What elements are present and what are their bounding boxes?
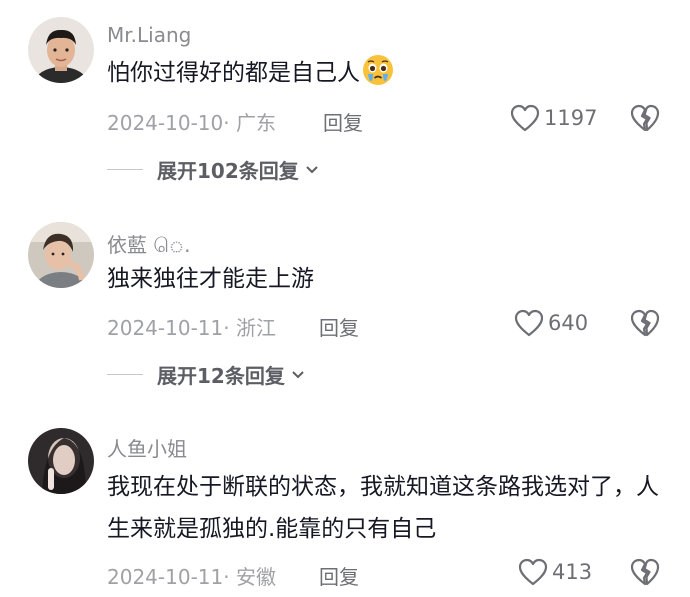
comment-text: 我现在处于断联的状态，我就知道这条路我选对了，人生来就是孤独的.能靠的只有自己: [107, 474, 659, 542]
heart-outline-icon: [518, 558, 548, 586]
like-button[interactable]: 640: [514, 309, 588, 337]
reply-button[interactable]: 回复: [319, 561, 359, 590]
chevron-down-icon: [306, 165, 318, 173]
expand-replies[interactable]: 展开12条回复: [107, 360, 306, 389]
avatar[interactable]: [28, 428, 94, 494]
comment-location: · 广东: [223, 111, 276, 135]
comment-text: 独来独往才能走上游: [107, 266, 314, 292]
comment-meta: 2024-10-11· 安徽: [107, 561, 276, 590]
comment-meta: 2024-10-10· 广东: [107, 107, 276, 136]
like-count: 640: [548, 311, 589, 335]
like-count: 1197: [544, 106, 598, 130]
reply-button[interactable]: 回复: [323, 107, 363, 136]
broken-heart-icon: [630, 558, 660, 586]
expand-replies-label: 展开102条回复: [157, 159, 299, 183]
comment-location: · 安徽: [223, 565, 276, 589]
like-button[interactable]: 1197: [510, 104, 597, 132]
divider: [107, 169, 143, 170]
reply-button[interactable]: 回复: [319, 312, 359, 341]
chevron-down-icon: [292, 370, 304, 378]
dislike-button[interactable]: [630, 309, 660, 341]
avatar[interactable]: [28, 222, 94, 288]
comment-date: 2024-10-11: [107, 565, 224, 589]
avatar[interactable]: [28, 17, 94, 83]
heart-outline-icon: [514, 309, 544, 337]
heart-outline-icon: [510, 104, 540, 132]
dislike-button[interactable]: [630, 558, 660, 590]
comment-date: 2024-10-10: [107, 111, 224, 135]
comment-location: · 浙江: [223, 316, 276, 340]
like-count: 413: [552, 560, 593, 584]
expand-replies-label: 展开12条回复: [157, 364, 285, 388]
broken-heart-icon: [630, 104, 660, 132]
comment-date: 2024-10-11: [107, 316, 224, 340]
like-button[interactable]: 413: [518, 558, 592, 586]
dislike-button[interactable]: [630, 104, 660, 136]
username[interactable]: Mr.Liang: [107, 23, 191, 47]
comment-meta: 2024-10-11· 浙江: [107, 312, 276, 341]
comment-text: 怕你过得好的都是自己人: [107, 52, 667, 94]
broken-heart-icon: [630, 309, 660, 337]
username[interactable]: 人鱼小姐: [107, 433, 187, 462]
pleading-crying-face-icon: [363, 55, 393, 85]
expand-replies[interactable]: 展开102条回复: [107, 155, 320, 184]
divider: [107, 374, 143, 375]
username[interactable]: 依藍 ெ.: [107, 229, 191, 260]
comment-text-body: 怕你过得好的都是自己人: [107, 60, 360, 86]
